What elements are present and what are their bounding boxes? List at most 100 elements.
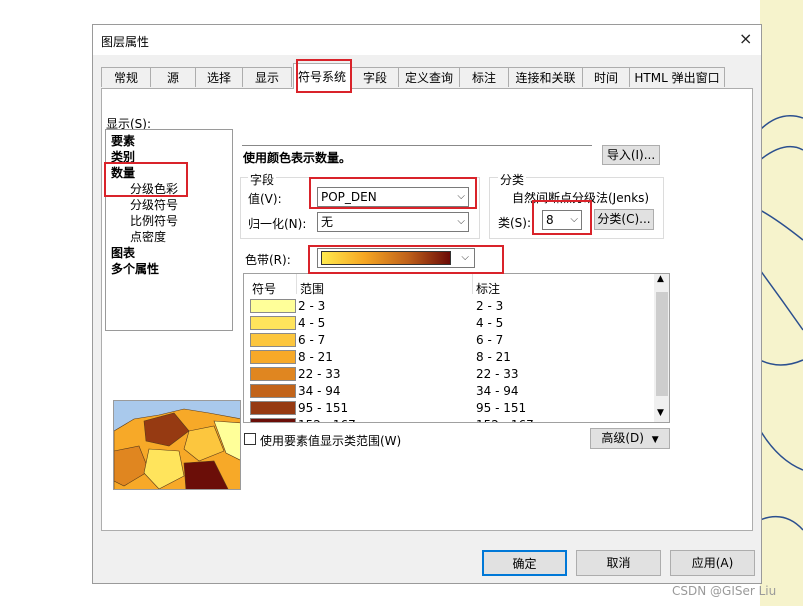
symbol-swatch[interactable]: [250, 418, 296, 422]
symbol-swatch[interactable]: [250, 316, 296, 330]
tree-item-graduated-colors[interactable]: 分级色彩: [130, 180, 178, 197]
range-cell[interactable]: 34 - 94: [298, 384, 341, 398]
tab-time[interactable]: 时间: [582, 67, 630, 87]
label-cell[interactable]: 152 - 167: [476, 418, 534, 422]
chevron-down-icon: ⌵: [461, 252, 469, 263]
label-cell[interactable]: 22 - 33: [476, 367, 519, 381]
table-row[interactable]: 95 - 151 95 - 151: [244, 400, 652, 417]
classes-value: 8: [546, 213, 554, 227]
tab-label: 常规: [113, 71, 138, 85]
background-map-lines: [759, 0, 803, 606]
table-row[interactable]: 34 - 94 34 - 94: [244, 383, 652, 400]
tree-item-graduated-symbols[interactable]: 分级符号: [130, 196, 178, 213]
label-cell[interactable]: 6 - 7: [476, 333, 503, 347]
table-row[interactable]: 152 - 167 152 - 167: [244, 417, 652, 422]
table-row[interactable]: 6 - 7 6 - 7: [244, 332, 652, 349]
tab-label: 字段: [362, 71, 387, 85]
import-button[interactable]: 导入(I)...: [602, 145, 660, 165]
window-title: 图层属性: [101, 35, 150, 49]
tab-symbology[interactable]: 符号系统: [293, 63, 351, 89]
label-cell[interactable]: 95 - 151: [476, 401, 526, 415]
tab-joins-relates[interactable]: 连接和关联: [508, 67, 583, 87]
color-ramp-label: 色带(R):: [245, 253, 291, 267]
symbology-heading: 使用颜色表示数量。: [243, 151, 352, 165]
tab-definition-query[interactable]: 定义查询: [398, 67, 460, 87]
tab-general[interactable]: 常规: [101, 67, 151, 87]
range-cell[interactable]: 152 - 167: [298, 418, 356, 422]
ok-button[interactable]: 确定: [482, 550, 567, 576]
symbol-swatch[interactable]: [250, 350, 296, 364]
scroll-down-icon[interactable]: ▼: [657, 408, 664, 418]
tab-label: 连接和关联: [515, 71, 576, 85]
range-cell[interactable]: 4 - 5: [298, 316, 325, 330]
range-cell[interactable]: 6 - 7: [298, 333, 325, 347]
normalize-field-select[interactable]: 无 ⌵: [317, 212, 469, 232]
table-row[interactable]: 2 - 3 2 - 3: [244, 298, 652, 315]
label-cell[interactable]: 2 - 3: [476, 299, 503, 313]
preview-map-graphic: [114, 401, 240, 489]
show-class-ranges-checkbox[interactable]: [244, 433, 256, 445]
tree-item-charts[interactable]: 图表: [111, 244, 135, 261]
vertical-scrollbar[interactable]: ▲ ▼: [654, 274, 669, 422]
tab-html-popup[interactable]: HTML 弹出窗口: [629, 67, 725, 87]
heading-underline: [242, 145, 592, 146]
table-row[interactable]: 8 - 21 8 - 21: [244, 349, 652, 366]
fields-group-label: 字段: [248, 171, 277, 188]
tab-labels[interactable]: 标注: [459, 67, 509, 87]
classes-label: 类(S):: [498, 216, 532, 230]
scrollbar-thumb[interactable]: [656, 292, 668, 396]
value-field-text: POP_DEN: [321, 190, 377, 204]
tab-fields[interactable]: 字段: [351, 67, 399, 87]
header-divider: [472, 274, 473, 294]
chevron-down-icon: ⌵: [457, 191, 465, 202]
symbology-preview-map: [113, 400, 241, 490]
header-symbol[interactable]: 符号: [252, 280, 276, 297]
value-label: 值(V):: [248, 192, 282, 206]
range-cell[interactable]: 95 - 151: [298, 401, 348, 415]
close-icon[interactable]: ×: [739, 29, 752, 48]
tab-label: 定义查询: [404, 71, 453, 85]
range-cell[interactable]: 8 - 21: [298, 350, 333, 364]
classification-group-label: 分类: [498, 171, 527, 188]
label-cell[interactable]: 4 - 5: [476, 316, 503, 330]
watermark: CSDN @GISer Liu: [672, 584, 777, 598]
color-ramp-select[interactable]: ⌵: [317, 248, 475, 268]
table-row[interactable]: 22 - 33 22 - 33: [244, 366, 652, 383]
show-tree: 要素 类别 数量 分级色彩 分级符号 比例符号 点密度 图表 多个属性: [105, 129, 233, 331]
symbol-swatch[interactable]: [250, 384, 296, 398]
symbol-swatch[interactable]: [250, 333, 296, 347]
tab-label: 时间: [593, 71, 618, 85]
tab-display[interactable]: 显示: [242, 67, 292, 87]
cancel-button[interactable]: 取消: [576, 550, 661, 576]
symbol-table[interactable]: 符号 范围 标注 2 - 3 2 - 3 4 - 5 4 - 5 6 - 7 6 - 7 8…: [243, 273, 670, 423]
tab-source[interactable]: 源: [150, 67, 196, 87]
classes-select[interactable]: 8 ⌵: [542, 210, 582, 230]
symbol-swatch[interactable]: [250, 401, 296, 415]
range-cell[interactable]: 2 - 3: [298, 299, 325, 313]
label-cell[interactable]: 8 - 21: [476, 350, 511, 364]
title-bar: 图层属性 ×: [93, 25, 761, 55]
symbol-swatch[interactable]: [250, 299, 296, 313]
tree-item-features[interactable]: 要素: [111, 132, 135, 149]
header-range[interactable]: 范围: [300, 280, 324, 297]
dropdown-arrow-icon: ▼: [651, 435, 659, 445]
classify-button[interactable]: 分类(C)...: [594, 209, 654, 230]
tree-item-dot-density[interactable]: 点密度: [130, 228, 166, 245]
chevron-down-icon: ⌵: [570, 214, 578, 225]
tab-selection[interactable]: 选择: [195, 67, 243, 87]
tree-item-quantities[interactable]: 数量: [111, 164, 135, 181]
symbology-panel: 显示(S): 要素 类别 数量 分级色彩 分级符号 比例符号 点密度 图表 多个…: [101, 88, 753, 531]
label-cell[interactable]: 34 - 94: [476, 384, 519, 398]
advanced-button[interactable]: 高级(D) ▼: [590, 428, 670, 449]
scroll-up-icon[interactable]: ▲: [657, 274, 664, 284]
header-divider: [296, 274, 297, 294]
range-cell[interactable]: 22 - 33: [298, 367, 341, 381]
apply-button[interactable]: 应用(A): [670, 550, 755, 576]
header-label[interactable]: 标注: [476, 280, 500, 297]
symbol-swatch[interactable]: [250, 367, 296, 381]
tree-item-proportional-symbols[interactable]: 比例符号: [130, 212, 178, 229]
value-field-select[interactable]: POP_DEN ⌵: [317, 187, 469, 207]
tree-item-multiple-attributes[interactable]: 多个属性: [111, 260, 159, 277]
tree-item-categories[interactable]: 类别: [111, 148, 135, 165]
table-row[interactable]: 4 - 5 4 - 5: [244, 315, 652, 332]
